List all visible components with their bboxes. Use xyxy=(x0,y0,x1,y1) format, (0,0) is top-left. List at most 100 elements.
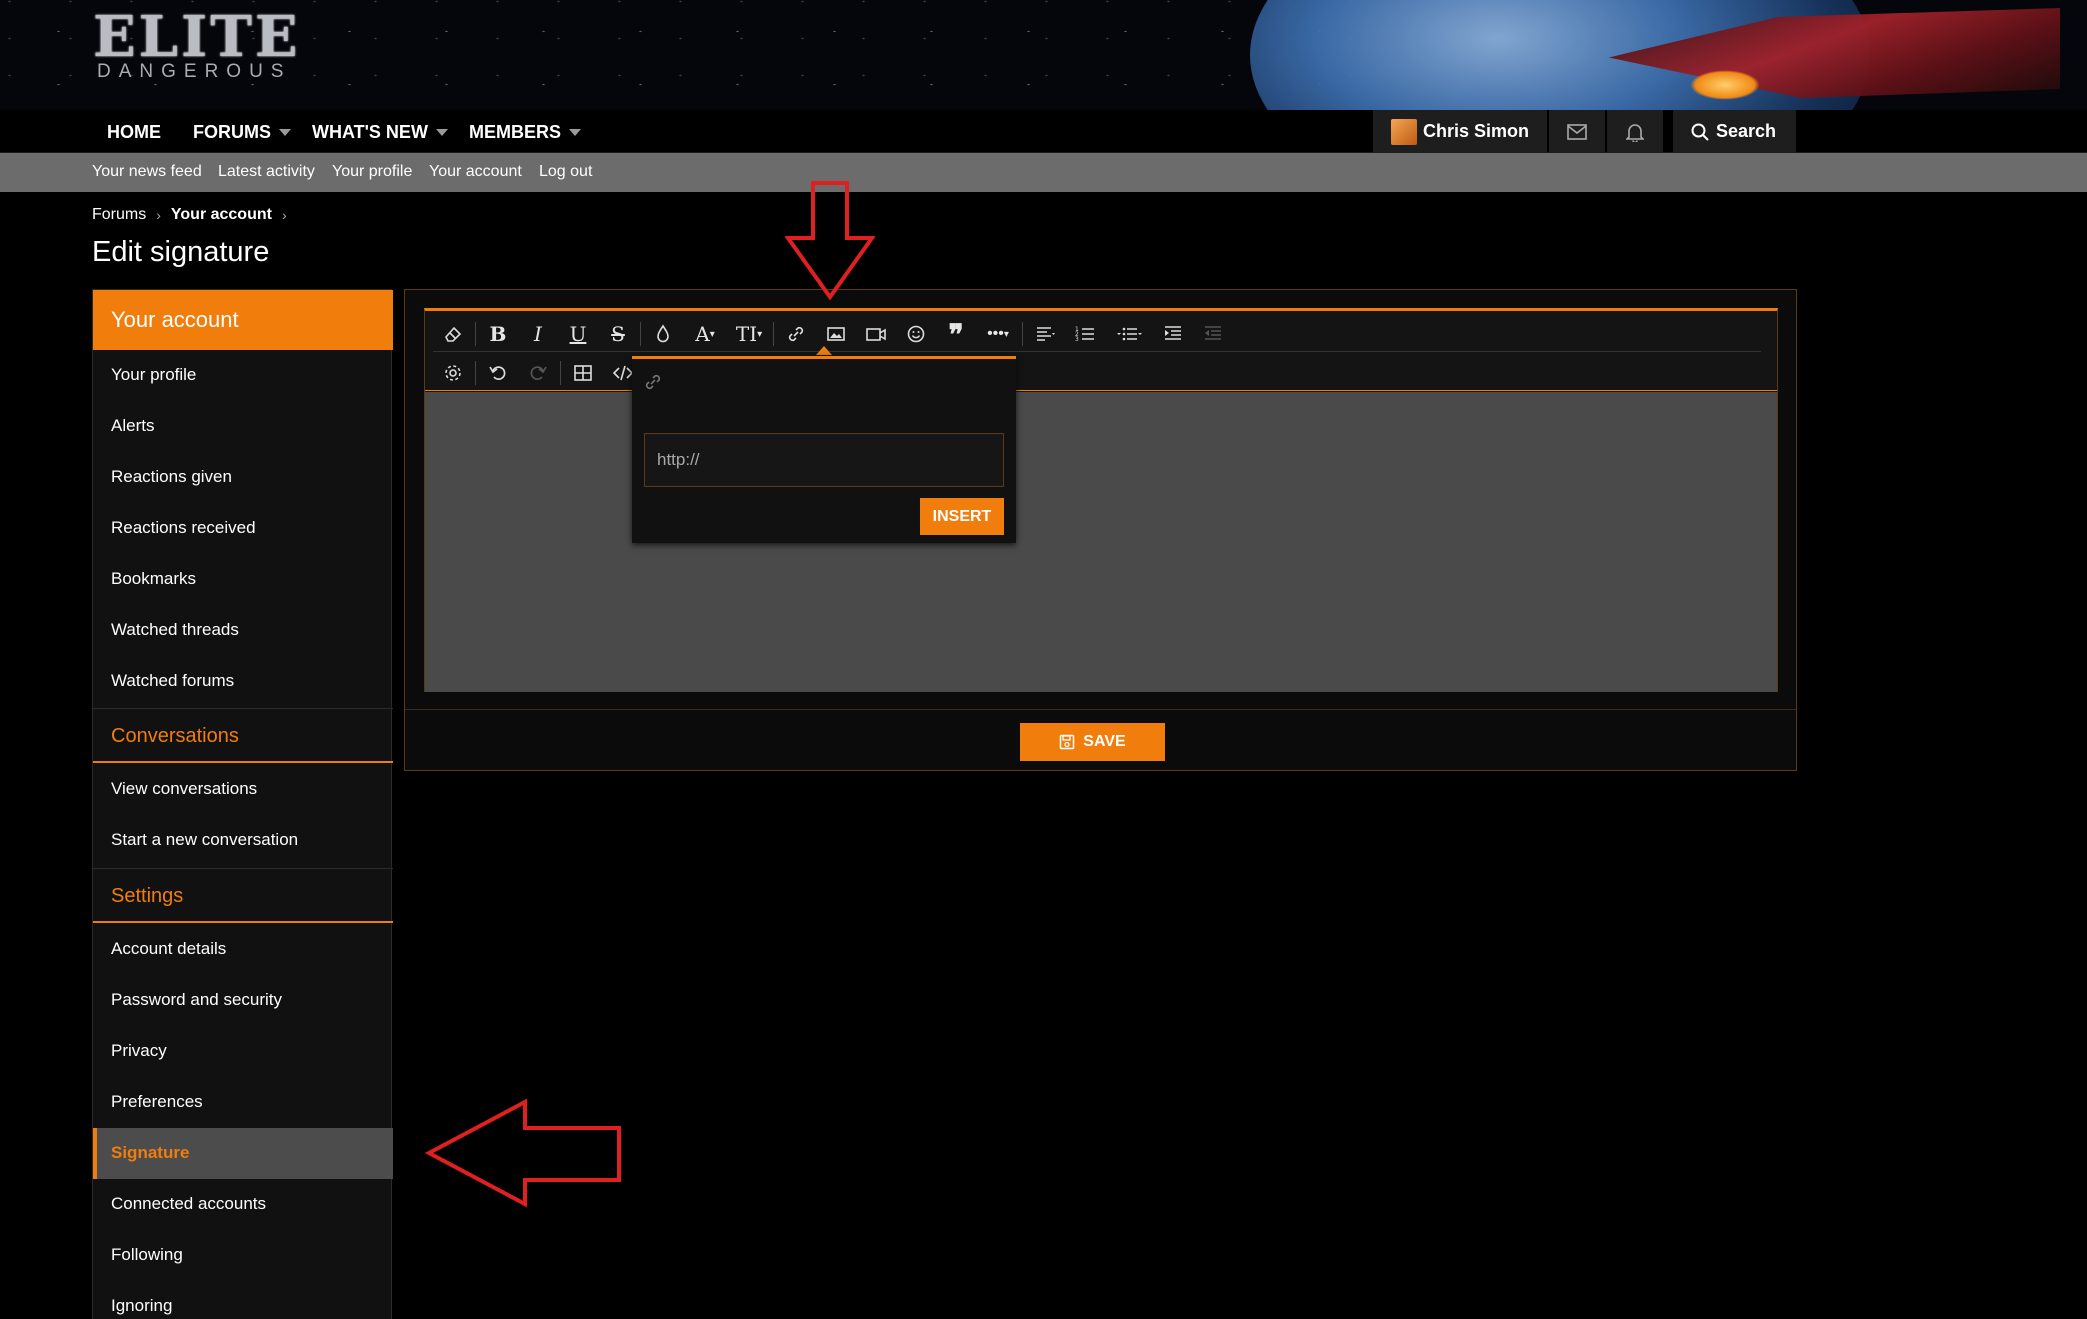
indent-icon[interactable] xyxy=(1153,317,1193,351)
sidebar-item-account-details[interactable]: Account details xyxy=(93,924,393,975)
annotation-arrow-left-icon xyxy=(425,1098,621,1208)
sub-nav: Your news feed Latest activity Your prof… xyxy=(0,153,2087,192)
subnav-latest-activity[interactable]: Latest activity xyxy=(218,163,315,181)
sidebar-item-watched-threads[interactable]: Watched threads xyxy=(93,605,393,656)
nav-forums[interactable]: FORUMS xyxy=(193,122,291,143)
alerts-button[interactable] xyxy=(1607,110,1663,153)
chevron-down-icon[interactable] xyxy=(569,129,582,136)
toolbar-divider xyxy=(475,322,476,346)
user-menu[interactable]: Chris Simon xyxy=(1373,110,1547,153)
strikethrough-icon[interactable]: S xyxy=(598,317,638,351)
subnav-your-account[interactable]: Your account xyxy=(429,163,522,181)
chevron-down-icon[interactable] xyxy=(279,129,291,136)
sidebar-item-preferences[interactable]: Preferences xyxy=(93,1077,393,1128)
annotation-arrow-down-icon xyxy=(785,181,875,300)
font-family-icon[interactable]: A ▾ xyxy=(683,317,727,351)
eraser-icon[interactable] xyxy=(433,317,473,351)
italic-icon[interactable]: I xyxy=(518,317,558,351)
sidebar-item-ignoring[interactable]: Ignoring xyxy=(93,1281,393,1319)
breadcrumb-your-account[interactable]: Your account xyxy=(171,206,272,224)
svg-text:3: 3 xyxy=(1075,336,1079,343)
chevron-right-icon: › xyxy=(156,207,161,223)
unordered-list-icon[interactable] xyxy=(1105,317,1153,351)
sidebar-section-settings: Settings xyxy=(93,868,393,923)
undo-icon[interactable] xyxy=(478,356,518,390)
user-name: Chris Simon xyxy=(1423,121,1530,141)
inbox-button[interactable] xyxy=(1549,110,1605,153)
underline-icon[interactable]: U xyxy=(558,317,598,351)
toolbar-divider xyxy=(475,361,476,385)
video-icon[interactable] xyxy=(856,317,896,351)
subnav-log-out[interactable]: Log out xyxy=(539,163,592,181)
envelope-icon xyxy=(1567,123,1587,140)
engine-glow xyxy=(1690,70,1760,100)
signature-textarea[interactable] xyxy=(425,392,1777,692)
nav-whats-new[interactable]: WHAT'S NEW xyxy=(312,122,448,143)
sidebar-item-alerts[interactable]: Alerts xyxy=(93,401,393,452)
smilie-icon[interactable] xyxy=(896,317,936,351)
avatar xyxy=(1391,118,1417,145)
sidebar-item-your-profile[interactable]: Your profile xyxy=(93,350,393,401)
sidebar-item-following[interactable]: Following xyxy=(93,1230,393,1281)
nav-forums-label: FORUMS xyxy=(193,122,271,142)
logo-main-text: ELITE xyxy=(93,4,301,70)
header-banner: ELITE DANGEROUS xyxy=(0,0,2087,110)
chevron-down-icon[interactable] xyxy=(435,129,448,136)
nav-members-label: MEMBERS xyxy=(469,122,562,142)
quote-icon[interactable]: ❞ xyxy=(936,317,976,351)
logo-sub-text: DANGEROUS xyxy=(97,61,292,82)
toolbar-row-1: B I U S A ▾ TI ▾ ❞ ••• ▾ 1 2 3 xyxy=(433,317,1233,351)
toolbar-row-divider xyxy=(433,351,1761,352)
bold-icon[interactable]: B xyxy=(478,317,518,351)
form-footer-divider xyxy=(405,709,1796,710)
save-button[interactable]: SAVE xyxy=(1020,723,1165,761)
more-options-icon[interactable]: ••• ▾ xyxy=(976,317,1020,351)
align-icon[interactable] xyxy=(1025,317,1065,351)
signature-form: B I U S A ▾ TI ▾ ❞ ••• ▾ 1 2 3 SAVE xyxy=(404,289,1797,771)
image-url-input[interactable] xyxy=(644,433,1004,487)
sidebar-item-watched-forums[interactable]: Watched forums xyxy=(93,656,393,707)
nav-members[interactable]: MEMBERS xyxy=(469,122,582,143)
text-color-icon[interactable] xyxy=(643,317,683,351)
sidebar-header-your-account[interactable]: Your account xyxy=(93,290,393,350)
sidebar-item-reactions-given[interactable]: Reactions given xyxy=(93,452,393,503)
sidebar-section-conversations: Conversations xyxy=(93,708,393,763)
table-icon[interactable] xyxy=(563,356,603,390)
toolbar-divider xyxy=(560,361,561,385)
nav-home-label: HOME xyxy=(107,122,161,142)
sidebar-item-privacy[interactable]: Privacy xyxy=(93,1026,393,1077)
page: ELITE DANGEROUS HOME FORUMS WHAT'S NEW M… xyxy=(0,0,2087,1319)
sidebar-item-view-conversations[interactable]: View conversations xyxy=(93,764,393,815)
save-label: SAVE xyxy=(1083,733,1126,750)
floppy-disk-icon xyxy=(1060,734,1075,750)
nav-home[interactable]: HOME xyxy=(107,122,161,143)
link-icon[interactable] xyxy=(642,371,664,393)
font-size-icon[interactable]: TI ▾ xyxy=(727,317,771,351)
redo-icon[interactable] xyxy=(518,356,558,390)
toolbar-row-2 xyxy=(433,356,643,390)
sidebar-item-signature[interactable]: Signature xyxy=(93,1128,393,1179)
link-icon[interactable] xyxy=(776,317,816,351)
insert-button[interactable]: INSERT xyxy=(920,498,1004,535)
breadcrumb-forums[interactable]: Forums xyxy=(92,206,146,224)
editor-toolbar: B I U S A ▾ TI ▾ ❞ ••• ▾ 1 2 3 xyxy=(425,311,1777,391)
nav-whats-new-label: WHAT'S NEW xyxy=(312,122,428,142)
toolbar-divider xyxy=(640,322,641,346)
sidebar-item-connected-accounts[interactable]: Connected accounts xyxy=(93,1179,393,1230)
page-title: Edit signature xyxy=(92,236,270,268)
settings-icon[interactable] xyxy=(433,356,473,390)
search-label: Search xyxy=(1716,121,1777,141)
popup-caret xyxy=(816,346,832,355)
sidebar-item-reactions-received[interactable]: Reactions received xyxy=(93,503,393,554)
sidebar-item-password-security[interactable]: Password and security xyxy=(93,975,393,1026)
chevron-right-icon: › xyxy=(281,207,287,223)
subnav-your-profile[interactable]: Your profile xyxy=(332,163,412,181)
search-button[interactable]: Search xyxy=(1673,110,1796,153)
site-logo[interactable]: ELITE DANGEROUS xyxy=(93,4,301,86)
insert-image-popup: INSERT xyxy=(632,356,1016,543)
subnav-news-feed[interactable]: Your news feed xyxy=(92,163,202,181)
ordered-list-icon[interactable]: 123 xyxy=(1065,317,1105,351)
sidebar-item-start-conversation[interactable]: Start a new conversation xyxy=(93,815,393,866)
outdent-icon[interactable] xyxy=(1193,317,1233,351)
sidebar-item-bookmarks[interactable]: Bookmarks xyxy=(93,554,393,605)
